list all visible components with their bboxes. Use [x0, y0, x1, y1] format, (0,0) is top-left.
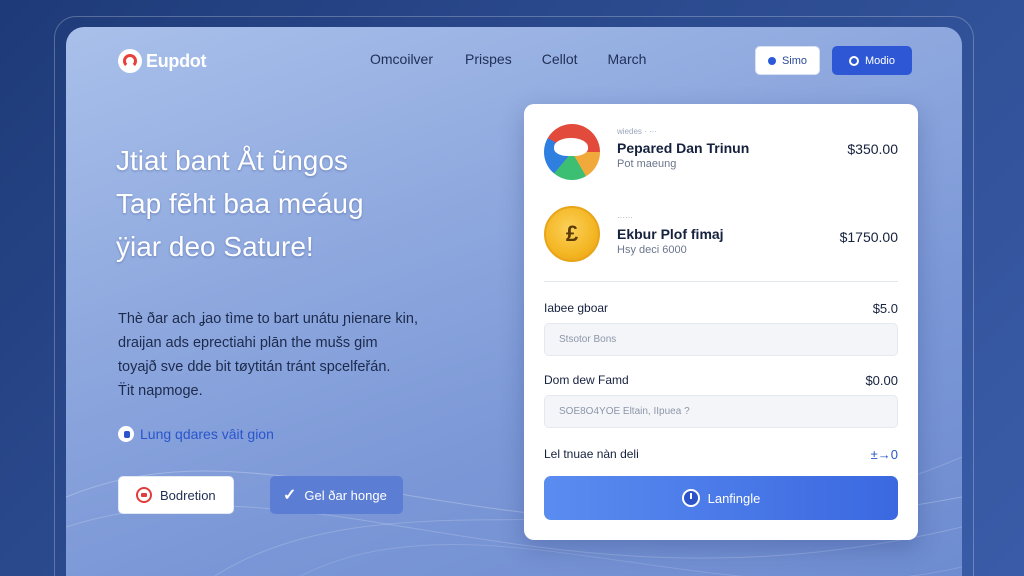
item-price: $350.00 — [847, 141, 898, 157]
coin-icon: £ — [544, 206, 600, 262]
summary-value: ±→0 — [870, 447, 898, 462]
secondary-header-button[interactable]: Simo — [755, 46, 820, 75]
hero-body-line: draijan ads eprectiahi plān the mušs gim — [118, 335, 378, 351]
brand-logo[interactable]: Eupdot — [118, 49, 206, 73]
field-label: Dom dew Famd — [544, 373, 629, 387]
clock-icon — [681, 489, 700, 507]
checkout-card: wiedes · ··· Pepared Dan Trinun Pot maeu… — [524, 104, 918, 540]
nav-link-1[interactable]: Omcoilver — [370, 51, 433, 67]
hero-description: Thè ðar ach ʝao tìme to bart unátu ɲiena… — [118, 307, 438, 403]
divider — [544, 281, 898, 282]
summary-label: Lel tnuae nàn deli — [544, 447, 639, 461]
outline-action-label: Bodretion — [160, 487, 216, 503]
submit-button[interactable]: Lanfingle — [544, 476, 898, 520]
nav-link-4[interactable]: March — [608, 51, 647, 67]
dot-icon — [767, 56, 776, 65]
line-item[interactable]: wiedes · ··· Pepared Dan Trinun Pot maeu… — [544, 124, 898, 180]
hero-body-line: Thè ðar ach ʝao tìme to bart unátu ɲiena… — [118, 311, 418, 327]
nav-link-3[interactable]: Cellot — [542, 51, 578, 67]
item-subtitle: Hsy deci 6000 — [617, 244, 687, 256]
secondary-header-button-label: Simo — [781, 54, 808, 67]
item-title: Pepared Dan Trinun — [617, 140, 750, 156]
top-nav: Omcoilver Prispes Cellot March — [370, 51, 646, 67]
hero-title-line: Tap fẽht baa meáug — [116, 188, 364, 219]
field-label: Iabee gboar — [544, 301, 609, 315]
logo-text: Eupdot — [146, 50, 207, 71]
primary-header-button-label: Modio — [865, 54, 895, 67]
fill-action-button[interactable]: ✓ Gel ðar honge — [270, 476, 403, 514]
item-subtitle: Pot maeung — [617, 158, 677, 170]
info-icon — [118, 426, 134, 442]
settings-icon — [849, 55, 860, 66]
app-window: Eupdot Omcoilver Prispes Cellot March Si… — [66, 27, 962, 576]
field-value: $0.00 — [865, 373, 898, 388]
text-input[interactable]: SOE8O4YOE Eltain, IIpuea ? — [544, 395, 898, 428]
logo-icon — [118, 49, 142, 73]
item-tag: wiedes · ··· — [617, 127, 658, 136]
nav-link-2[interactable]: Prispes — [465, 51, 512, 67]
primary-header-button[interactable]: Modio — [832, 46, 912, 75]
hero-title-line: Jtiat bant Åt ũngos — [116, 145, 348, 176]
pie-chart-icon — [544, 124, 600, 180]
field-value: $5.0 — [872, 301, 898, 316]
text-input[interactable]: Stsotor Bons — [544, 323, 898, 356]
outline-action-button[interactable]: Bodretion — [118, 476, 234, 514]
submit-button-label: Lanfingle — [707, 490, 761, 506]
stop-icon — [136, 487, 152, 503]
hero-body-line: T̈it napmoge. — [118, 383, 203, 399]
fill-action-label: Gel ðar honge — [304, 487, 387, 503]
item-tag: ······ — [617, 213, 633, 222]
hero-title-line: ÿiar deo Sature! — [116, 231, 314, 262]
hero-link[interactable]: Lung qdares vâit gion — [118, 426, 274, 442]
hero-link-label: Lung qdares vâit gion — [140, 426, 274, 442]
hero-body-line: toyajð sve dde bit tøytitán tránt spcelf… — [118, 359, 391, 375]
item-price: $1750.00 — [839, 229, 898, 245]
check-icon: ✓ — [283, 487, 297, 504]
hero-title: Jtiat bant Åt ũngos Tap fẽht baa meáug ÿ… — [116, 139, 436, 268]
item-title: Ekbur Plof fimaj — [617, 226, 724, 242]
